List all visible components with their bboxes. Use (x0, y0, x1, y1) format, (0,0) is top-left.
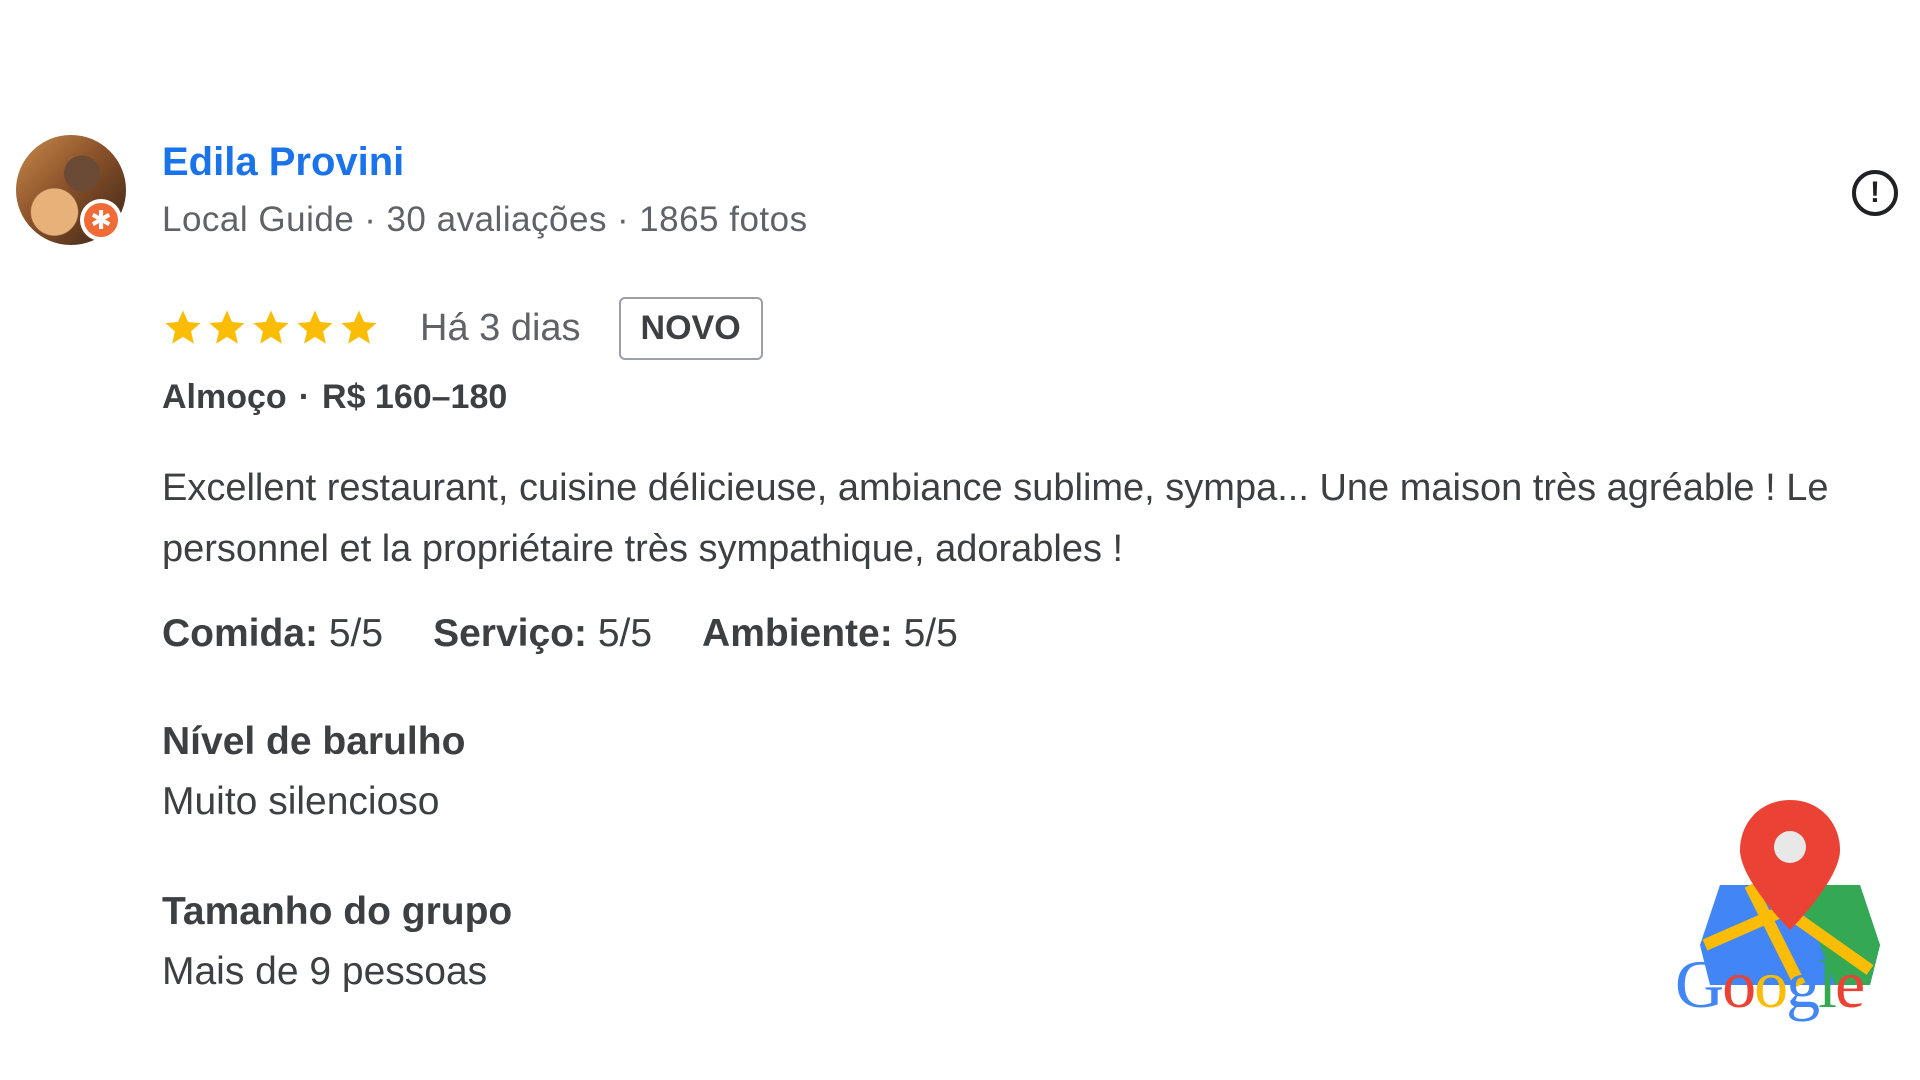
score-label: Ambiente: (702, 612, 893, 655)
reviewer-name[interactable]: Edila Provini (162, 140, 404, 185)
rating-row: Há 3 dias NOVO (162, 292, 763, 364)
photos-count: 1865 fotos (639, 200, 808, 239)
score-label: Serviço: (433, 612, 587, 655)
review-text: Excellent restaurant, cuisine délicieuse… (162, 467, 1829, 570)
reviews-count: 30 avaliações (386, 200, 607, 239)
group-title: Tamanho do grupo (162, 890, 513, 933)
score-food: Comida: 5/5 (162, 612, 383, 656)
score-service: Serviço: 5/5 (433, 612, 652, 656)
score-value: 5/5 (328, 612, 384, 655)
new-badge: NOVO (618, 296, 763, 360)
star-icon (341, 310, 377, 344)
reviewer-avatar[interactable]: ✱ (16, 135, 126, 245)
score-value: 5/5 (597, 612, 653, 655)
noise-value: Muito silencioso (162, 780, 440, 823)
star-icon (209, 310, 245, 344)
score-ambience: Ambiente: 5/5 (702, 612, 958, 656)
google-logo-letter: g (1786, 946, 1820, 1022)
meal-info: Almoço · R$ 160–180 (162, 378, 507, 417)
local-guide-badge-icon: ✱ (80, 199, 122, 241)
reviewer-role: Local Guide (162, 200, 355, 239)
star-rating (162, 307, 380, 349)
google-logo-letter: l (1818, 946, 1837, 1022)
score-list: Comida: 5/5 Serviço: 5/5 Ambiente: 5/5 (162, 612, 1008, 656)
google-logo-letter: e (1835, 946, 1865, 1022)
reviewer-meta: Local Guide · 30 avaliações · 1865 fotos (162, 200, 808, 240)
meal-separator: · (298, 378, 311, 416)
star-icon (253, 310, 289, 344)
score-value: 5/5 (903, 612, 958, 655)
noise-title: Nível de barulho (162, 720, 466, 763)
group-value: Mais de 9 pessoas (162, 950, 488, 993)
meta-separator: · (364, 200, 377, 239)
google-logo-letter: o (1722, 946, 1756, 1022)
star-icon (297, 310, 333, 344)
review-time: Há 3 dias (420, 306, 581, 349)
google-logo-letter: G (1675, 946, 1724, 1022)
meta-separator: · (617, 200, 630, 239)
star-icon (165, 310, 201, 344)
meal-type: Almoço (162, 378, 287, 416)
meal-price: R$ 160–180 (322, 378, 508, 416)
alert-circle-icon[interactable]: ! (1852, 170, 1898, 216)
google-logo: Google (1675, 945, 1865, 1024)
score-label: Comida: (162, 612, 318, 655)
google-logo-letter: o (1754, 946, 1788, 1022)
